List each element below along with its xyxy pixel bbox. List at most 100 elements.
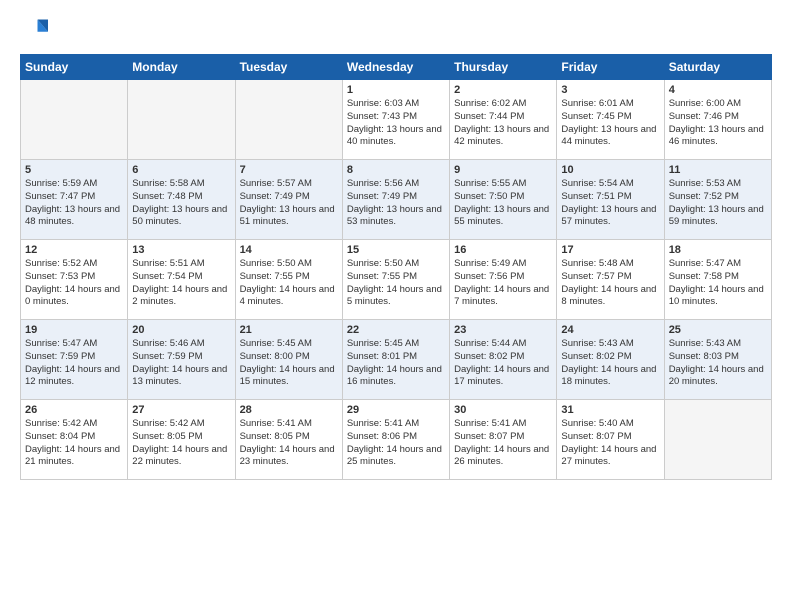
day-info: Sunrise: 5:41 AM Sunset: 8:07 PM Dayligh… [454,418,552,469]
calendar-cell [664,400,771,480]
calendar-cell: 2 Sunrise: 6:02 AM Sunset: 7:44 PM Daylig… [450,80,557,160]
calendar-week-row: 26 Sunrise: 5:42 AM Sunset: 8:04 PM Dayli… [21,400,772,480]
day-info: Sunrise: 5:48 AM Sunset: 7:57 PM Dayligh… [561,258,659,309]
calendar-cell: 17 Sunrise: 5:48 AM Sunset: 7:57 PM Dayli… [557,240,664,320]
calendar-cell: 10 Sunrise: 5:54 AM Sunset: 7:51 PM Dayli… [557,160,664,240]
day-info: Sunrise: 6:03 AM Sunset: 7:43 PM Dayligh… [347,98,445,149]
calendar-cell: 22 Sunrise: 5:45 AM Sunset: 8:01 PM Dayli… [342,320,449,400]
calendar-table: SundayMondayTuesdayWednesdayThursdayFrid… [20,54,772,480]
day-info: Sunrise: 5:45 AM Sunset: 8:01 PM Dayligh… [347,338,445,389]
calendar-cell: 31 Sunrise: 5:40 AM Sunset: 8:07 PM Dayli… [557,400,664,480]
weekday-header-saturday: Saturday [664,55,771,80]
day-info: Sunrise: 5:42 AM Sunset: 8:05 PM Dayligh… [132,418,230,469]
day-number: 24 [561,324,659,336]
calendar-cell [235,80,342,160]
calendar-cell: 5 Sunrise: 5:59 AM Sunset: 7:47 PM Daylig… [21,160,128,240]
calendar-cell [21,80,128,160]
calendar-cell: 26 Sunrise: 5:42 AM Sunset: 8:04 PM Dayli… [21,400,128,480]
day-info: Sunrise: 5:51 AM Sunset: 7:54 PM Dayligh… [132,258,230,309]
day-number: 8 [347,164,445,176]
calendar-cell: 18 Sunrise: 5:47 AM Sunset: 7:58 PM Dayli… [664,240,771,320]
day-number: 29 [347,404,445,416]
day-info: Sunrise: 5:47 AM Sunset: 7:58 PM Dayligh… [669,258,767,309]
calendar-cell: 23 Sunrise: 5:44 AM Sunset: 8:02 PM Dayli… [450,320,557,400]
day-info: Sunrise: 6:01 AM Sunset: 7:45 PM Dayligh… [561,98,659,149]
day-info: Sunrise: 5:55 AM Sunset: 7:50 PM Dayligh… [454,178,552,229]
day-number: 27 [132,404,230,416]
day-info: Sunrise: 5:50 AM Sunset: 7:55 PM Dayligh… [347,258,445,309]
day-number: 10 [561,164,659,176]
generalblue-logo-icon [20,16,48,44]
day-number: 18 [669,244,767,256]
day-info: Sunrise: 5:40 AM Sunset: 8:07 PM Dayligh… [561,418,659,469]
day-number: 17 [561,244,659,256]
day-number: 15 [347,244,445,256]
calendar-cell: 8 Sunrise: 5:56 AM Sunset: 7:49 PM Daylig… [342,160,449,240]
calendar-cell [128,80,235,160]
calendar-cell: 21Sunrise: 5:45 AM Sunset: 8:00 PM Dayli… [235,320,342,400]
header [20,16,772,44]
day-info: Sunrise: 5:59 AM Sunset: 7:47 PM Dayligh… [25,178,123,229]
weekday-header-tuesday: Tuesday [235,55,342,80]
calendar-cell: 19Sunrise: 5:47 AM Sunset: 7:59 PM Dayli… [21,320,128,400]
logo [20,16,52,44]
calendar-cell: 12Sunrise: 5:52 AM Sunset: 7:53 PM Dayli… [21,240,128,320]
calendar-cell: 30 Sunrise: 5:41 AM Sunset: 8:07 PM Dayli… [450,400,557,480]
page: SundayMondayTuesdayWednesdayThursdayFrid… [0,0,792,490]
calendar-cell: 27 Sunrise: 5:42 AM Sunset: 8:05 PM Dayli… [128,400,235,480]
day-number: 12 [25,244,123,256]
calendar-cell: 16Sunrise: 5:49 AM Sunset: 7:56 PM Dayli… [450,240,557,320]
calendar-cell: 14 Sunrise: 5:50 AM Sunset: 7:55 PM Dayli… [235,240,342,320]
day-info: Sunrise: 6:02 AM Sunset: 7:44 PM Dayligh… [454,98,552,149]
day-info: Sunrise: 5:50 AM Sunset: 7:55 PM Dayligh… [240,258,338,309]
day-number: 26 [25,404,123,416]
day-number: 11 [669,164,767,176]
day-info: Sunrise: 5:57 AM Sunset: 7:49 PM Dayligh… [240,178,338,229]
day-number: 23 [454,324,552,336]
day-number: 5 [25,164,123,176]
day-info: Sunrise: 5:56 AM Sunset: 7:49 PM Dayligh… [347,178,445,229]
day-number: 22 [347,324,445,336]
day-number: 31 [561,404,659,416]
calendar-week-row: 1Sunrise: 6:03 AM Sunset: 7:43 PM Daylig… [21,80,772,160]
calendar-cell: 15 Sunrise: 5:50 AM Sunset: 7:55 PM Dayli… [342,240,449,320]
calendar-week-row: 19Sunrise: 5:47 AM Sunset: 7:59 PM Dayli… [21,320,772,400]
calendar-cell: 4 Sunrise: 6:00 AM Sunset: 7:46 PM Daylig… [664,80,771,160]
day-info: Sunrise: 5:43 AM Sunset: 8:03 PM Dayligh… [669,338,767,389]
calendar-cell: 13 Sunrise: 5:51 AM Sunset: 7:54 PM Dayli… [128,240,235,320]
day-info: Sunrise: 5:41 AM Sunset: 8:05 PM Dayligh… [240,418,338,469]
day-number: 28 [240,404,338,416]
day-number: 3 [561,84,659,96]
calendar-cell: 28 Sunrise: 5:41 AM Sunset: 8:05 PM Dayli… [235,400,342,480]
day-info: Sunrise: 5:53 AM Sunset: 7:52 PM Dayligh… [669,178,767,229]
day-number: 30 [454,404,552,416]
day-info: Sunrise: 5:46 AM Sunset: 7:59 PM Dayligh… [132,338,230,389]
day-info: Sunrise: 5:42 AM Sunset: 8:04 PM Dayligh… [25,418,123,469]
day-number: 14 [240,244,338,256]
calendar-cell: 25Sunrise: 5:43 AM Sunset: 8:03 PM Dayli… [664,320,771,400]
weekday-header-sunday: Sunday [21,55,128,80]
calendar-week-row: 12Sunrise: 5:52 AM Sunset: 7:53 PM Dayli… [21,240,772,320]
day-number: 4 [669,84,767,96]
day-number: 6 [132,164,230,176]
calendar-cell: 6 Sunrise: 5:58 AM Sunset: 7:48 PM Daylig… [128,160,235,240]
day-number: 2 [454,84,552,96]
day-number: 13 [132,244,230,256]
weekday-header-thursday: Thursday [450,55,557,80]
calendar-cell: 29 Sunrise: 5:41 AM Sunset: 8:06 PM Dayli… [342,400,449,480]
day-info: Sunrise: 5:44 AM Sunset: 8:02 PM Dayligh… [454,338,552,389]
calendar-cell: 24 Sunrise: 5:43 AM Sunset: 8:02 PM Dayli… [557,320,664,400]
weekday-header-row: SundayMondayTuesdayWednesdayThursdayFrid… [21,55,772,80]
day-info: Sunrise: 5:45 AM Sunset: 8:00 PM Dayligh… [240,338,338,389]
day-info: Sunrise: 6:00 AM Sunset: 7:46 PM Dayligh… [669,98,767,149]
calendar-cell: 3 Sunrise: 6:01 AM Sunset: 7:45 PM Daylig… [557,80,664,160]
calendar-cell: 9 Sunrise: 5:55 AM Sunset: 7:50 PM Daylig… [450,160,557,240]
weekday-header-monday: Monday [128,55,235,80]
weekday-header-wednesday: Wednesday [342,55,449,80]
day-info: Sunrise: 5:43 AM Sunset: 8:02 PM Dayligh… [561,338,659,389]
day-info: Sunrise: 5:58 AM Sunset: 7:48 PM Dayligh… [132,178,230,229]
day-info: Sunrise: 5:41 AM Sunset: 8:06 PM Dayligh… [347,418,445,469]
day-number: 7 [240,164,338,176]
day-number: 9 [454,164,552,176]
day-info: Sunrise: 5:54 AM Sunset: 7:51 PM Dayligh… [561,178,659,229]
